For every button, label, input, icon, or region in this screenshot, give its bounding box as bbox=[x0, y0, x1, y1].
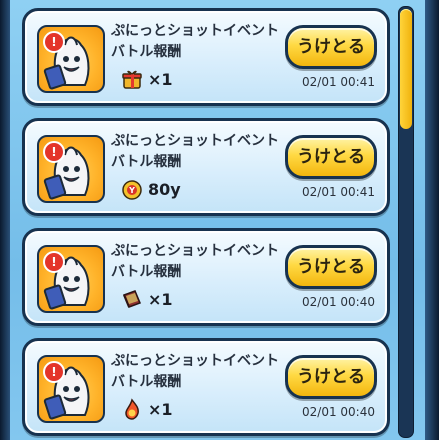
new-badge-icon: ! bbox=[43, 31, 65, 53]
reward-amount: Y 80y bbox=[121, 177, 181, 201]
right-frame-edge bbox=[425, 0, 439, 440]
reward-title-line2: バトル報酬 bbox=[111, 44, 182, 60]
whisper-thumbnail: ! bbox=[37, 135, 105, 203]
new-badge-icon: ! bbox=[43, 251, 65, 273]
reward-quantity: ×1 bbox=[148, 399, 173, 419]
reward-title-line2: バトル報酬 bbox=[111, 374, 182, 390]
new-badge-icon: ! bbox=[43, 141, 65, 163]
reward-title: ぷにっとショットイベント バトル報酬 bbox=[111, 131, 291, 173]
receive-button[interactable]: うけとる bbox=[285, 355, 377, 399]
reward-amount: ×1 bbox=[121, 67, 173, 91]
reward-card: ! ぷにっとショットイベント バトル報酬 ×1 うけとる 02/01 00:41 bbox=[22, 8, 390, 106]
whisper-thumbnail: ! bbox=[37, 25, 105, 93]
reward-title-line2: バトル報酬 bbox=[111, 264, 182, 280]
soul-flame-icon bbox=[121, 398, 143, 420]
book-icon bbox=[121, 288, 143, 310]
reward-title-line1: ぷにっとショットイベント bbox=[111, 23, 279, 39]
reward-amount: ×1 bbox=[121, 287, 173, 311]
reward-quantity: ×1 bbox=[148, 289, 173, 309]
reward-timestamp: 02/01 00:41 bbox=[302, 75, 375, 89]
reward-card: ! ぷにっとショットイベント バトル報酬 Y 80y うけとる 02/01 00… bbox=[22, 118, 390, 216]
reward-title-line2: バトル報酬 bbox=[111, 154, 182, 170]
reward-card: ! ぷにっとショットイベント バトル報酬 ×1 うけとる 02/01 00:40 bbox=[22, 228, 390, 326]
reward-title: ぷにっとショットイベント バトル報酬 bbox=[111, 241, 291, 283]
receive-button[interactable]: うけとる bbox=[285, 25, 377, 69]
new-badge-icon: ! bbox=[43, 361, 65, 383]
receive-button[interactable]: うけとる bbox=[285, 135, 377, 179]
reward-title-line1: ぷにっとショットイベント bbox=[111, 243, 279, 259]
reward-title-line1: ぷにっとショットイベント bbox=[111, 133, 279, 149]
whisper-thumbnail: ! bbox=[37, 355, 105, 423]
whisper-thumbnail: ! bbox=[37, 245, 105, 313]
reward-title: ぷにっとショットイベント バトル報酬 bbox=[111, 351, 291, 393]
receive-button[interactable]: うけとる bbox=[285, 245, 377, 289]
reward-timestamp: 02/01 00:40 bbox=[302, 295, 375, 309]
reward-timestamp: 02/01 00:40 bbox=[302, 405, 375, 419]
reward-amount: ×1 bbox=[121, 397, 173, 421]
reward-list[interactable]: ! ぷにっとショットイベント バトル報酬 ×1 うけとる 02/01 00:41… bbox=[22, 0, 390, 440]
yen-coin-icon: Y bbox=[121, 178, 143, 200]
svg-text:Y: Y bbox=[128, 186, 135, 195]
scrollbar-thumb[interactable] bbox=[400, 9, 412, 129]
reward-card: ! ぷにっとショットイベント バトル報酬 ×1 うけとる 02/01 00:40 bbox=[22, 338, 390, 436]
scrollbar[interactable] bbox=[398, 6, 414, 438]
reward-timestamp: 02/01 00:41 bbox=[302, 185, 375, 199]
reward-title-line1: ぷにっとショットイベント bbox=[111, 353, 279, 369]
reward-quantity: ×1 bbox=[148, 69, 173, 89]
reward-title: ぷにっとショットイベント バトル報酬 bbox=[111, 21, 291, 63]
reward-quantity: 80y bbox=[148, 179, 181, 199]
gift-box-icon bbox=[121, 68, 143, 90]
